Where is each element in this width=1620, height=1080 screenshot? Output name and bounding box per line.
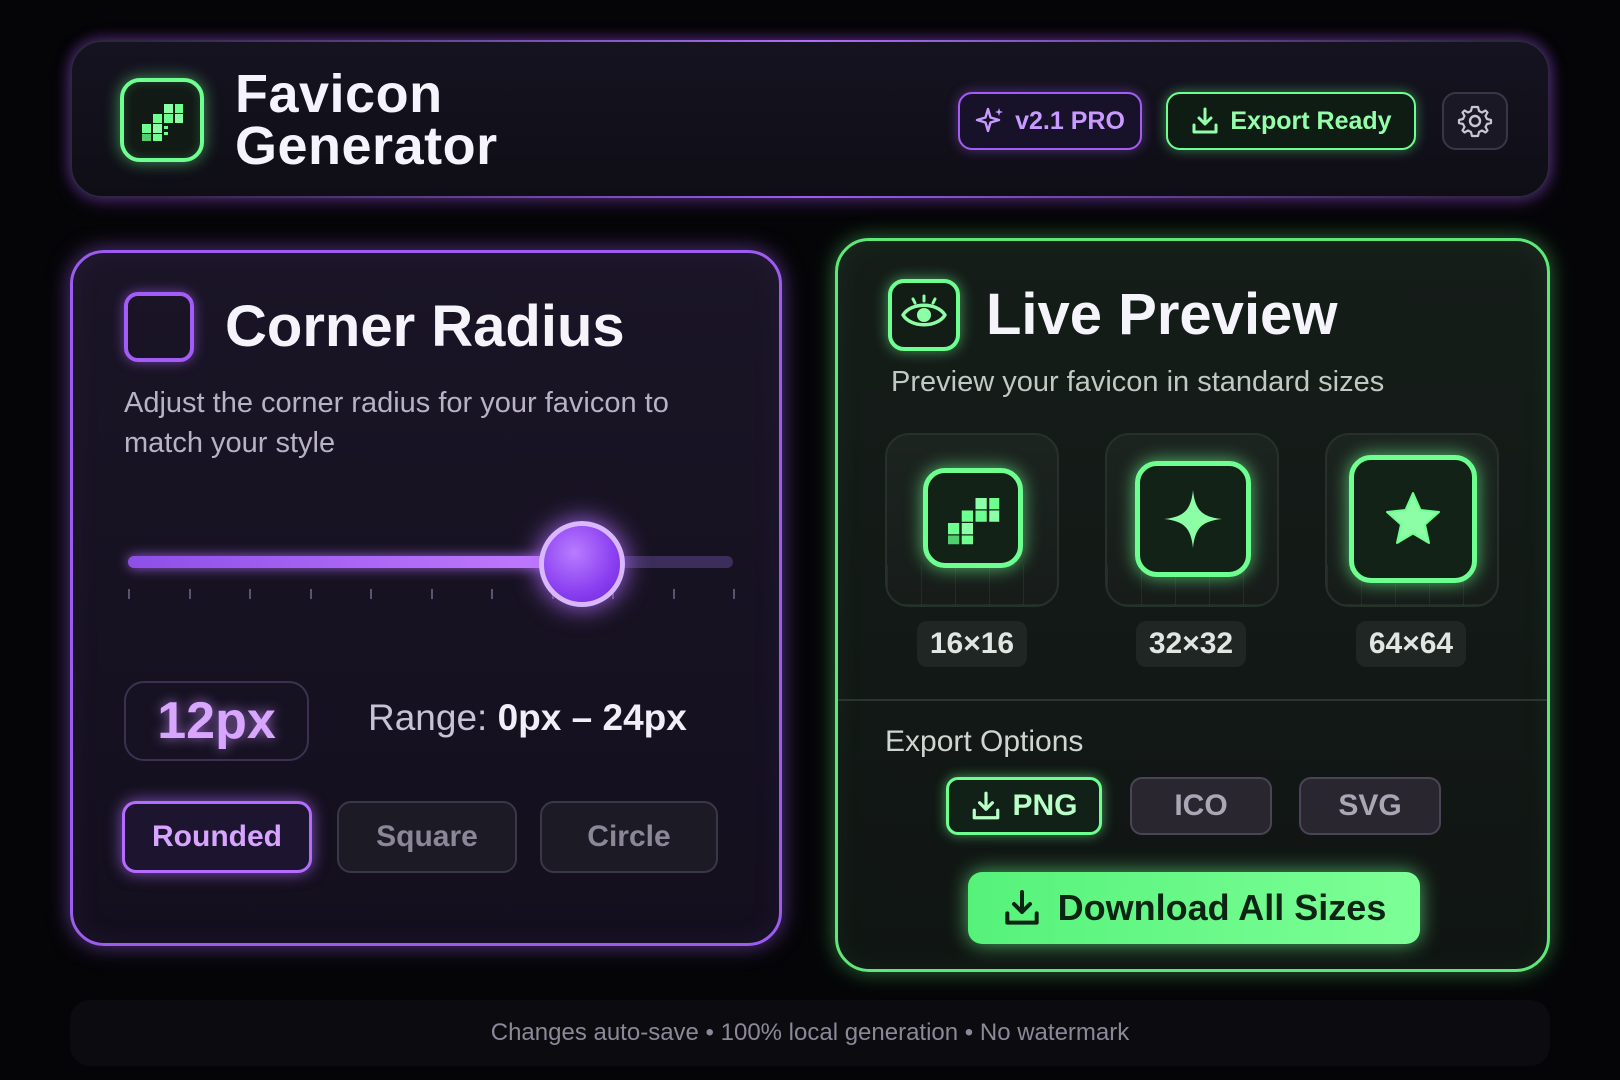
corner-radius-description: Adjust the corner radius for your favico… xyxy=(124,387,669,459)
section-divider xyxy=(838,699,1547,701)
radius-slider-fill xyxy=(128,556,582,568)
download-icon xyxy=(1192,107,1218,134)
radius-slider-thumb[interactable] xyxy=(538,521,625,607)
corner-radius-title: Corner Radius xyxy=(225,294,625,359)
corner-radius-card: Corner Radius Adjust the corner radius f… xyxy=(70,250,782,946)
slider-tick xyxy=(491,589,493,599)
preview-tile-32[interactable] xyxy=(1105,433,1279,607)
slider-tick xyxy=(672,589,675,599)
export-ready-label: Export Ready xyxy=(1230,106,1392,135)
format-svg-button[interactable]: SVG xyxy=(1299,777,1441,835)
gear-icon xyxy=(1457,105,1493,138)
sparkle-icon xyxy=(975,107,1004,133)
download-all-button[interactable]: Download All Sizes xyxy=(968,872,1420,944)
slider-tick xyxy=(309,589,312,599)
size-label-64: 64×64 xyxy=(1356,621,1466,667)
export-options-label: Export Options xyxy=(885,725,1084,758)
live-preview-card: Live Preview Preview your favicon in sta… xyxy=(835,238,1550,972)
app-title-line2: Generator xyxy=(235,116,498,176)
tile-grid-floor xyxy=(887,565,1057,605)
star-icon xyxy=(1349,455,1477,583)
app-header: Favicon Generator v2.1 PRO Export Ready xyxy=(70,40,1550,198)
slider-tick xyxy=(128,589,130,599)
slider-tick xyxy=(430,589,433,599)
shape-rounded-button[interactable]: Rounded xyxy=(122,801,312,873)
slider-tick xyxy=(370,589,372,599)
size-label-16: 16×16 xyxy=(917,621,1027,667)
download-all-label: Download All Sizes xyxy=(1057,887,1387,928)
format-png-button[interactable]: PNG xyxy=(946,777,1102,835)
size-label-32: 32×32 xyxy=(1136,621,1246,667)
shape-square-button[interactable]: Square xyxy=(337,801,517,873)
settings-button[interactable] xyxy=(1442,92,1508,150)
format-png-label: PNG xyxy=(1012,789,1078,822)
preview-tile-64[interactable] xyxy=(1325,433,1499,607)
live-preview-subtitle: Preview your favicon in standard sizes xyxy=(891,366,1385,398)
download-icon xyxy=(973,791,1000,820)
shape-circle-button[interactable]: Circle xyxy=(540,801,718,873)
range-values: 0px – 24px xyxy=(497,697,687,738)
format-ico-button[interactable]: ICO xyxy=(1130,777,1272,835)
radius-range-text: Range: 0px – 24px xyxy=(368,697,687,739)
version-badge[interactable]: v2.1 PRO xyxy=(958,92,1142,150)
footer-status: Changes auto-save • 100% local generatio… xyxy=(70,1000,1550,1066)
slider-tick xyxy=(733,589,735,599)
preview-tile-16[interactable] xyxy=(885,433,1059,607)
eye-icon xyxy=(888,279,960,351)
pixel-grid-icon xyxy=(120,78,204,162)
radius-value-display: 12px xyxy=(124,681,309,761)
radius-slider-track[interactable] xyxy=(128,556,733,568)
download-icon xyxy=(1004,890,1039,925)
app-title: Favicon Generator xyxy=(235,64,498,176)
pixel-grid-icon xyxy=(923,468,1023,568)
sparkle-icon xyxy=(1135,461,1251,577)
export-ready-badge[interactable]: Export Ready xyxy=(1166,92,1416,150)
slider-tick xyxy=(188,589,191,599)
live-preview-title: Live Preview xyxy=(986,282,1338,347)
version-badge-label: v2.1 PRO xyxy=(1015,106,1125,135)
range-prefix: Range: xyxy=(368,697,498,738)
rounded-square-icon xyxy=(124,292,194,362)
app-title-line1: Favicon xyxy=(235,64,443,124)
slider-tick xyxy=(249,589,251,599)
